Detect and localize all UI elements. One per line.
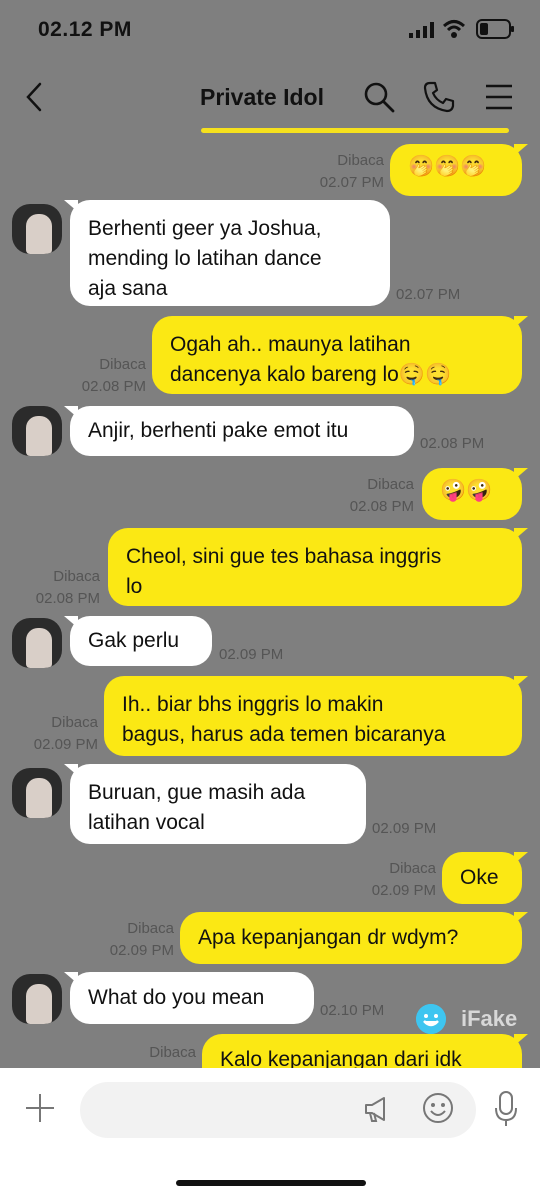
emoji-icon[interactable]	[422, 1092, 454, 1124]
plus-icon[interactable]	[24, 1092, 56, 1124]
message-bubble-in[interactable]: Buruan, gue masih ada latihan vocal	[64, 764, 366, 844]
megaphone-icon[interactable]	[362, 1094, 392, 1124]
home-indicator	[176, 1180, 366, 1186]
message-meta: Dibaca 02.08 PM	[81, 356, 146, 395]
message-time: 02.09 PM	[372, 820, 437, 837]
message-bubble-out[interactable]: Kalo kepanjangan dari idk	[202, 1034, 528, 1068]
message-bubble-out[interactable]: 🤭🤭🤭	[390, 144, 528, 196]
avatar[interactable]	[12, 406, 62, 456]
message-list[interactable]: Dibaca 02.07 PM 🤭🤭🤭 Berhenti geer ya Josh…	[0, 0, 540, 1068]
message-input-bar	[0, 1068, 540, 1200]
message-bubble-out[interactable]: Apa kepanjangan dr wdym?	[180, 912, 528, 964]
back-chevron-icon[interactable]	[20, 80, 50, 114]
mic-icon[interactable]	[494, 1090, 518, 1128]
message-time: 02.07 PM	[396, 286, 461, 303]
message-meta: Dibaca 02.07 PM	[319, 152, 384, 191]
avatar[interactable]	[12, 974, 62, 1024]
avatar[interactable]	[12, 768, 62, 818]
message-bubble-out[interactable]: Cheol, sini gue tes bahasa inggris lo	[108, 528, 528, 606]
message-bubble-in[interactable]: Gak perlu	[64, 616, 212, 666]
avatar[interactable]	[12, 618, 62, 668]
message-meta: Dibaca 02.09 PM	[33, 714, 98, 753]
search-icon[interactable]	[362, 80, 396, 114]
message-time: 02.10 PM	[320, 1002, 385, 1019]
menu-icon[interactable]	[482, 80, 516, 114]
message-bubble-out[interactable]: Ogah ah.. maunya latihan dancenya kalo b…	[152, 316, 528, 394]
avatar[interactable]	[12, 204, 62, 254]
message-meta: Dibaca 02.08 PM	[35, 568, 100, 607]
message-meta: Dibaca	[149, 1044, 196, 1061]
watermark-text: iFake	[461, 1006, 518, 1031]
message-bubble-out[interactable]: Oke	[442, 852, 528, 904]
message-meta: Dibaca 02.09 PM	[371, 860, 436, 899]
message-bubble-in[interactable]: Anjir, berhenti pake emot itu	[64, 406, 414, 456]
message-input[interactable]	[80, 1082, 476, 1138]
chat-header: Private Idol	[0, 62, 540, 132]
message-meta: Dibaca 02.09 PM	[109, 920, 174, 959]
message-bubble-out[interactable]: Ih.. biar bhs inggris lo makin bagus, ha…	[104, 676, 528, 756]
message-bubble-in[interactable]: What do you mean	[64, 972, 314, 1024]
chat-title[interactable]: Private Idol	[200, 84, 324, 111]
message-time: 02.09 PM	[219, 646, 284, 663]
phone-icon[interactable]	[422, 80, 456, 114]
message-bubble-in[interactable]: Berhenti geer ya Joshua, mending lo lati…	[64, 200, 390, 306]
message-meta: Dibaca 02.08 PM	[349, 476, 414, 515]
message-time: 02.08 PM	[420, 435, 485, 452]
message-bubble-out[interactable]: 🤪🤪	[422, 468, 528, 520]
watermark: iFake	[416, 1002, 526, 1036]
watermark-logo-icon	[416, 1004, 446, 1034]
